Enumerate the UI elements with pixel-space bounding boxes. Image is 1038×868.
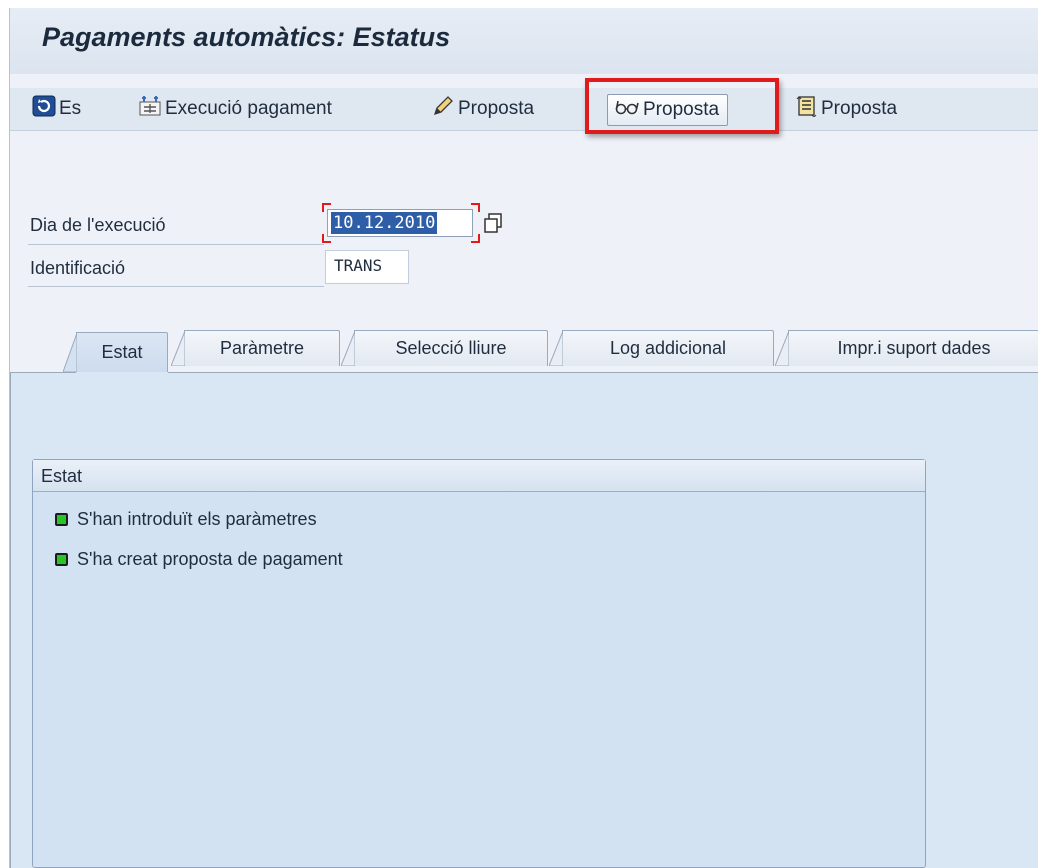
tab-baseline-left	[10, 372, 76, 373]
application-toolbar: Es Execució pagament Proposta Proposta P…	[10, 88, 1038, 131]
pencil-icon	[431, 95, 455, 123]
status-group-header: Estat	[33, 460, 925, 492]
tab-slant	[549, 331, 563, 366]
tab-slant	[63, 333, 77, 372]
identification-input[interactable]: TRANS	[325, 250, 409, 284]
tab-baseline-right	[168, 372, 1038, 373]
edit-proposal-button[interactable]: Proposta	[431, 88, 534, 130]
refresh-button[interactable]: Es	[32, 88, 81, 130]
tab-label: Paràmetre	[219, 338, 305, 358]
green-status-icon	[55, 552, 68, 566]
run-date-underline	[28, 244, 324, 245]
identification-label: Identificació	[30, 258, 126, 278]
tab-estat[interactable]: Estat	[63, 332, 168, 372]
tab-slant	[341, 331, 355, 366]
tab-label: Log addicional	[609, 338, 727, 358]
sap-window: Pagaments automàtics: Estatus Es Execuci…	[9, 8, 1038, 868]
tab-impr-suport-dades[interactable]: Impr.i suport dades	[775, 330, 1038, 366]
identification-underline	[28, 286, 324, 287]
edit-proposal-label: Proposta	[458, 98, 535, 119]
page: Pagaments automàtics: Estatus Es Execuci…	[0, 0, 1038, 868]
tab-strip: Estat Paràmetre Selecció lliure Log addi…	[10, 330, 1038, 372]
tab-label: Selecció lliure	[395, 338, 507, 358]
status-item: S'han introduït els paràmetres	[55, 506, 317, 532]
run-date-input[interactable]: 10.12.2010	[327, 209, 473, 237]
tab-seleccio-lliure[interactable]: Selecció lliure	[341, 330, 548, 366]
refresh-icon	[32, 95, 56, 123]
run-date-value: 10.12.2010	[331, 212, 438, 234]
title-bar: Pagaments automàtics: Estatus	[10, 8, 1038, 74]
status-item-text: S'ha creat proposta de pagament	[77, 548, 343, 569]
proposal-list-button[interactable]: Proposta	[796, 88, 897, 130]
payment-run-label: Execució pagament	[165, 98, 332, 119]
run-date-field-wrapper: 10.12.2010	[322, 203, 480, 243]
scroll-list-icon	[796, 95, 818, 123]
tab-slant	[775, 331, 789, 366]
status-item-text: S'han introduït els paràmetres	[77, 508, 317, 529]
tab-label: Estat	[101, 342, 143, 362]
status-item: S'ha creat proposta de pagament	[55, 546, 343, 572]
refresh-label: Es	[59, 98, 82, 119]
green-status-icon	[55, 512, 68, 526]
status-group-title: Estat	[41, 466, 83, 486]
status-group-box: Estat S'han introduït els paràmetres S'h…	[32, 459, 926, 868]
run-date-label: Dia de l'execució	[30, 215, 166, 235]
schedule-run-icon	[138, 95, 162, 123]
tab-slant	[171, 331, 185, 366]
tab-log-addicional[interactable]: Log addicional	[549, 330, 774, 366]
highlight-box	[585, 78, 779, 134]
value-help-button[interactable]	[482, 211, 504, 235]
copy-icon	[484, 213, 502, 233]
tab-label: Impr.i suport dades	[837, 338, 991, 358]
page-title: Pagaments automàtics: Estatus	[42, 22, 451, 52]
tab-parametre[interactable]: Paràmetre	[171, 330, 340, 366]
payment-run-button[interactable]: Execució pagament	[138, 88, 332, 130]
proposal-list-label: Proposta	[821, 98, 898, 119]
